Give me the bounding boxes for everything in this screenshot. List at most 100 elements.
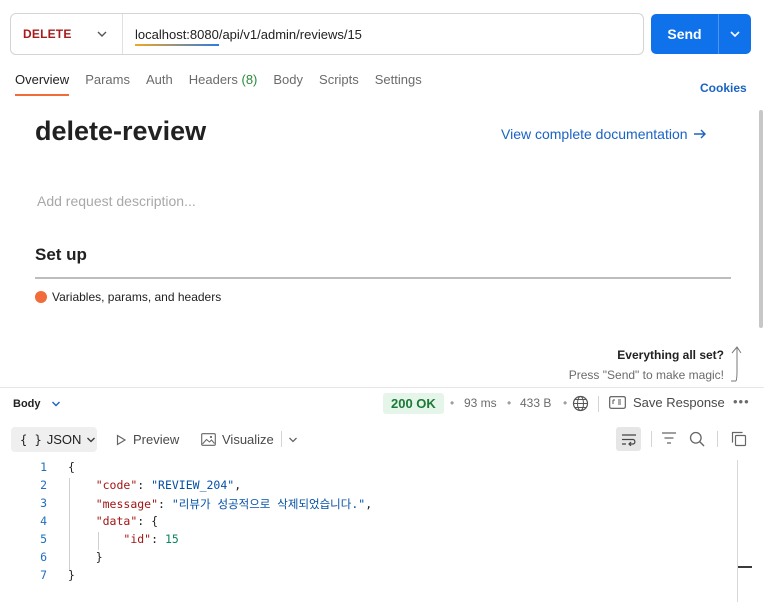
response-body-dropdown[interactable]: Body xyxy=(13,398,61,410)
format-label: JSON xyxy=(46,432,82,447)
status-badge[interactable]: 200 OK xyxy=(383,393,444,414)
allset-hint: Everything all set? Press "Send" to make… xyxy=(560,348,724,382)
headers-count: (8) xyxy=(241,72,258,87)
allset-title: Everything all set? xyxy=(617,348,724,362)
chevron-down-icon xyxy=(730,31,740,38)
json-string: "REVIEW_204" xyxy=(151,478,235,492)
toolbar-separator xyxy=(717,431,718,447)
response-body-label: Body xyxy=(13,398,41,410)
json-key: "code" xyxy=(95,478,138,492)
arrow-right-icon xyxy=(693,129,706,139)
method-selector[interactable]: DELETE xyxy=(11,14,123,54)
code-text: "id": 15 xyxy=(123,532,179,546)
tab-label: Settings xyxy=(374,72,422,87)
send-button-group: Send xyxy=(651,14,751,54)
tab-label: Body xyxy=(273,72,304,87)
line-number: 4 xyxy=(40,514,47,528)
toolbar-separator xyxy=(281,431,282,447)
save-response-button[interactable]: Save Response xyxy=(609,395,725,410)
line-number: 7 xyxy=(40,568,47,582)
preview-button[interactable]: Preview xyxy=(115,432,179,447)
response-toolbar: { } JSON Preview Visualize xyxy=(11,427,753,453)
globe-icon[interactable] xyxy=(572,395,589,412)
tab-auth[interactable]: Auth xyxy=(146,72,173,96)
cookies-link[interactable]: Cookies xyxy=(700,81,747,95)
filter-icon[interactable] xyxy=(661,431,677,445)
chevron-down-icon xyxy=(87,437,96,442)
braces-icon: { } xyxy=(20,432,42,447)
view-documentation-link[interactable]: View complete documentation xyxy=(501,126,707,142)
chevron-down-icon xyxy=(97,31,107,37)
code-text: } xyxy=(68,568,75,582)
save-response-label: Save Response xyxy=(633,395,725,410)
setup-heading: Set up xyxy=(35,245,87,264)
save-response-icon xyxy=(609,396,626,409)
docs-link-label: View complete documentation xyxy=(501,126,688,142)
url-path: /api/v1/admin/reviews/15 xyxy=(218,26,362,42)
line-number: 2 xyxy=(40,478,47,492)
code-text: "message": "리뷰가 성공적으로 삭제되었습니다.", xyxy=(95,497,373,511)
code-text: { xyxy=(68,460,75,474)
line-number: 5 xyxy=(40,532,47,546)
image-icon xyxy=(201,433,216,446)
chevron-down-icon xyxy=(51,401,60,407)
tab-overview[interactable]: Overview xyxy=(15,72,70,96)
wrap-icon xyxy=(621,433,636,446)
search-icon[interactable] xyxy=(689,431,705,447)
request-description-field[interactable]: Add request description... xyxy=(37,193,196,209)
response-divider xyxy=(0,387,764,388)
setup-item-variables[interactable]: Variables, params, and headers xyxy=(35,290,221,304)
code-text: } xyxy=(68,550,103,564)
play-icon xyxy=(116,433,127,446)
request-url-bar: DELETE localhost:8080/api/v1/admin/revie… xyxy=(10,13,644,55)
wrap-lines-button[interactable] xyxy=(616,427,641,451)
separator-dot: • xyxy=(507,396,512,410)
json-key: "message" xyxy=(95,497,159,511)
request-title[interactable]: delete-review xyxy=(35,116,206,147)
toolbar-separator xyxy=(598,396,599,412)
more-icon[interactable]: ••• xyxy=(733,394,750,409)
preview-label: Preview xyxy=(133,432,180,447)
separator-dot: • xyxy=(450,396,455,410)
format-dropdown[interactable]: { } JSON xyxy=(11,427,97,452)
method-label: DELETE xyxy=(23,27,72,41)
json-number: 15 xyxy=(164,532,179,546)
allset-subtitle: Press "Send" to make magic! xyxy=(568,368,724,382)
response-time[interactable]: 93 ms xyxy=(464,396,497,410)
tab-label: Scripts xyxy=(319,72,359,87)
send-options-button[interactable] xyxy=(719,28,751,40)
tab-label: Auth xyxy=(145,72,173,87)
url-host: localhost:8080 xyxy=(135,26,219,46)
up-arrow-icon xyxy=(731,346,742,382)
copy-icon[interactable] xyxy=(731,431,747,447)
request-tabs: Overview Params Auth Headers (8) Body Sc… xyxy=(15,72,438,96)
response-size[interactable]: 433 B xyxy=(520,396,551,410)
scroll-position-marker xyxy=(738,566,752,568)
line-number: 3 xyxy=(40,496,47,510)
response-status-bar: Body 200 OK • 93 ms • 433 B • Save Respo… xyxy=(13,393,753,415)
setup-divider xyxy=(35,277,731,279)
chevron-down-icon[interactable] xyxy=(288,435,298,445)
tab-label: Overview xyxy=(15,72,70,87)
code-scrollbar[interactable] xyxy=(737,460,738,602)
line-number: 1 xyxy=(40,460,47,474)
toolbar-separator xyxy=(651,431,652,447)
line-number: 6 xyxy=(40,550,47,564)
json-key: "data" xyxy=(95,514,138,528)
tab-settings[interactable]: Settings xyxy=(375,72,422,96)
url-input[interactable]: localhost:8080/api/v1/admin/reviews/15 xyxy=(123,26,362,46)
setup-item-label: Variables, params, and headers xyxy=(52,290,222,304)
json-key: "id" xyxy=(123,532,152,546)
tab-headers[interactable]: Headers (8) xyxy=(189,72,258,96)
overview-scrollbar[interactable] xyxy=(759,110,763,328)
tab-params[interactable]: Params xyxy=(85,72,130,96)
tab-label: Headers xyxy=(188,72,238,87)
send-button[interactable]: Send xyxy=(651,26,718,42)
tab-scripts[interactable]: Scripts xyxy=(319,72,359,96)
tab-body[interactable]: Body xyxy=(273,72,303,96)
status-dot-icon xyxy=(35,291,47,303)
visualize-button[interactable]: Visualize xyxy=(201,432,274,447)
tab-label: Params xyxy=(85,72,130,87)
json-string: "리뷰가 성공적으로 삭제되었습니다." xyxy=(171,497,366,511)
separator-dot: • xyxy=(563,396,568,410)
